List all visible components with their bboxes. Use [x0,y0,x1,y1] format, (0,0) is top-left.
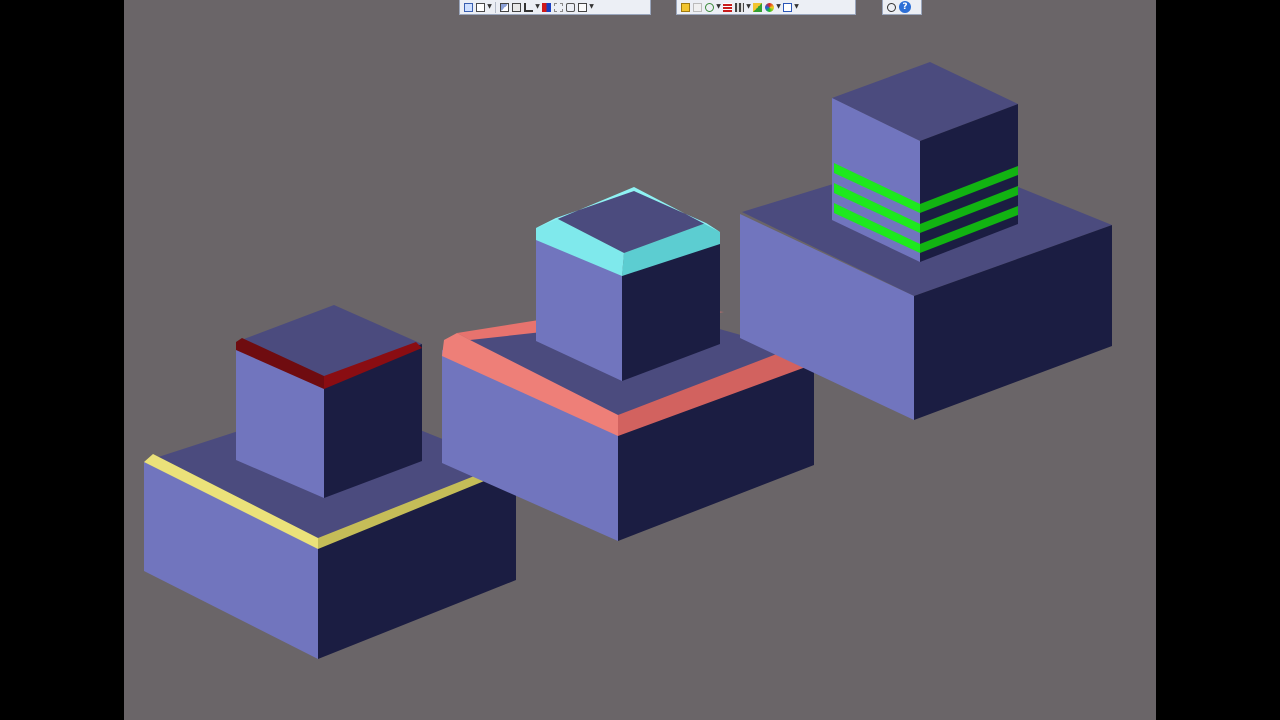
graphics-viewport[interactable]: ▼ ▼ ▼ ▼ ▼ ▼ ▼ ? [124,0,1156,720]
model-scene[interactable] [124,0,1156,720]
top-cube[interactable] [236,305,422,498]
top-cube[interactable] [536,191,720,381]
top-cube[interactable] [832,62,1018,262]
